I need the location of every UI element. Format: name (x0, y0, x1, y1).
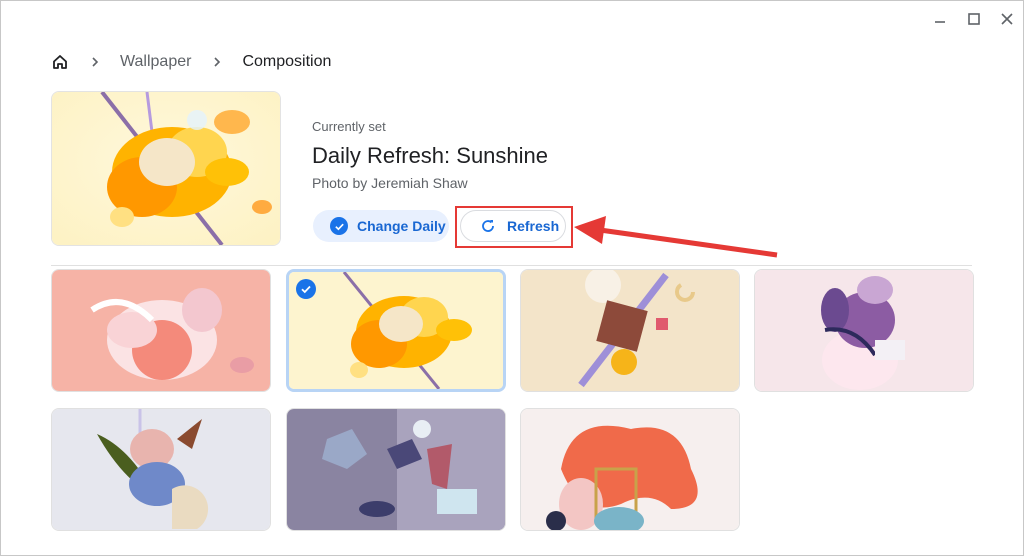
currently-set-label: Currently set (312, 119, 386, 134)
change-daily-button[interactable]: Change Daily (313, 210, 449, 242)
breadcrumb-current: Composition (242, 53, 332, 70)
refresh-icon (480, 218, 496, 234)
wallpaper-title: Daily Refresh: Sunshine (312, 143, 549, 168)
breadcrumb-wallpaper-link[interactable]: Wallpaper (120, 53, 191, 71)
refresh-label: Refresh (507, 218, 560, 234)
wallpaper-tile-leaf[interactable] (51, 408, 271, 531)
check-circle-icon (330, 217, 348, 235)
maximize-icon[interactable] (964, 10, 984, 28)
change-daily-label: Change Daily (357, 218, 446, 234)
wallpaper-tile-sunshine[interactable] (286, 269, 506, 392)
minimize-icon[interactable] (930, 10, 950, 28)
wallpaper-tile-glass[interactable] (286, 408, 506, 531)
refresh-button[interactable]: Refresh (460, 210, 566, 242)
selected-check-icon (296, 279, 316, 299)
current-wallpaper-preview (51, 91, 281, 246)
chevron-right-icon (211, 56, 223, 68)
photo-credit: Photo by Jeremiah Shaw (312, 175, 468, 191)
chevron-right-icon (89, 56, 101, 68)
divider (51, 265, 972, 266)
wallpaper-tile-blob[interactable] (520, 408, 740, 531)
wallpaper-tile-lavender[interactable] (754, 269, 974, 392)
annotation-arrow (574, 216, 778, 258)
home-icon[interactable] (51, 53, 69, 71)
wallpaper-tile-pink[interactable] (51, 269, 271, 392)
close-icon[interactable] (997, 10, 1017, 28)
breadcrumb: Wallpaper Composition (51, 52, 331, 72)
wallpaper-tile-cube[interactable] (520, 269, 740, 392)
